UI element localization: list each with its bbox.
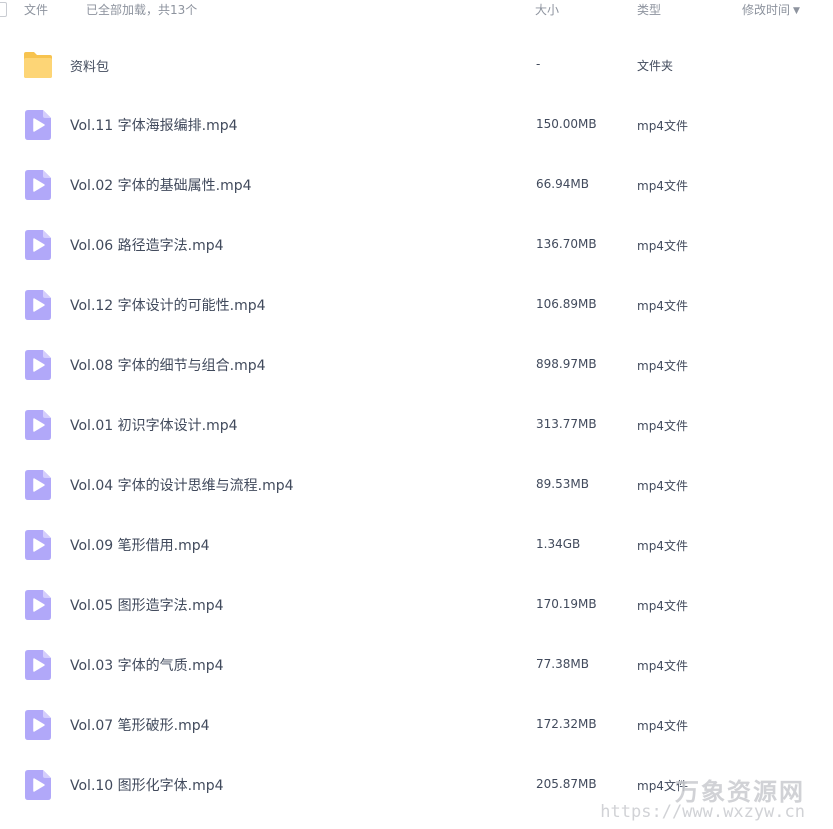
file-name[interactable]: Vol.07 笔形破形.mp4 — [70, 715, 210, 735]
file-list-header: 文件 已全部加载，共13个 大小 类型 修改时间 ▼ — [0, 0, 833, 22]
file-type: mp4文件 — [637, 299, 688, 313]
column-header-type[interactable]: 类型 — [637, 1, 661, 18]
select-all-checkbox[interactable] — [0, 2, 7, 17]
video-file-icon — [25, 230, 51, 260]
file-size: 1.34GB — [536, 537, 581, 551]
file-size: 89.53MB — [536, 477, 589, 491]
file-row[interactable]: Vol.03 字体的气质.mp4 77.38MB mp4文件 — [0, 635, 833, 695]
file-name[interactable]: Vol.06 路径造字法.mp4 — [70, 235, 224, 255]
video-file-icon — [25, 650, 51, 680]
file-size: 66.94MB — [536, 177, 589, 191]
file-name[interactable]: Vol.10 图形化字体.mp4 — [70, 775, 224, 795]
file-type: mp4文件 — [637, 719, 688, 733]
file-size: 106.89MB — [536, 297, 597, 311]
file-row[interactable]: Vol.04 字体的设计思维与流程.mp4 89.53MB mp4文件 — [0, 455, 833, 515]
file-type: mp4文件 — [637, 179, 688, 193]
file-size: 898.97MB — [536, 357, 597, 371]
file-type: mp4文件 — [637, 599, 688, 613]
file-row[interactable]: Vol.11 字体海报编排.mp4 150.00MB mp4文件 — [0, 95, 833, 155]
file-size: 313.77MB — [536, 417, 597, 431]
file-size: - — [536, 57, 541, 71]
file-size: 205.87MB — [536, 777, 597, 791]
file-size: 136.70MB — [536, 237, 597, 251]
file-row[interactable]: Vol.10 图形化字体.mp4 205.87MB mp4文件 — [0, 755, 833, 815]
file-name[interactable]: Vol.09 笔形借用.mp4 — [70, 535, 210, 555]
video-file-icon — [25, 170, 51, 200]
file-size: 170.19MB — [536, 597, 597, 611]
file-type: mp4文件 — [637, 779, 688, 793]
column-header-name[interactable]: 文件 — [24, 1, 48, 18]
column-header-size[interactable]: 大小 — [535, 1, 559, 18]
video-file-icon — [25, 410, 51, 440]
video-file-icon — [25, 770, 51, 800]
file-size: 150.00MB — [536, 117, 597, 131]
file-row[interactable]: Vol.01 初识字体设计.mp4 313.77MB mp4文件 — [0, 395, 833, 455]
video-file-icon — [25, 110, 51, 140]
file-row[interactable]: Vol.12 字体设计的可能性.mp4 106.89MB mp4文件 — [0, 275, 833, 335]
file-type: mp4文件 — [637, 539, 688, 553]
video-file-icon — [25, 530, 51, 560]
load-status-text: 已全部加载，共13个 — [86, 3, 198, 17]
file-type: 文件夹 — [637, 59, 674, 73]
file-row[interactable]: Vol.09 笔形借用.mp4 1.34GB mp4文件 — [0, 515, 833, 575]
file-row[interactable]: Vol.02 字体的基础属性.mp4 66.94MB mp4文件 — [0, 155, 833, 215]
video-file-icon — [25, 710, 51, 740]
file-type: mp4文件 — [637, 239, 688, 253]
file-row[interactable]: Vol.08 字体的细节与组合.mp4 898.97MB mp4文件 — [0, 335, 833, 395]
file-row[interactable]: Vol.07 笔形破形.mp4 172.32MB mp4文件 — [0, 695, 833, 755]
file-list: 资料包 - 文件夹 Vol.11 字体海报编排.mp4 150.00MB mp4文件 Vol… — [0, 35, 833, 815]
folder-icon — [22, 51, 54, 79]
video-file-icon — [25, 350, 51, 380]
file-name[interactable]: Vol.12 字体设计的可能性.mp4 — [70, 295, 266, 315]
file-size: 172.32MB — [536, 717, 597, 731]
file-type: mp4文件 — [637, 479, 688, 493]
file-name[interactable]: 资料包 — [70, 56, 109, 75]
file-name[interactable]: Vol.03 字体的气质.mp4 — [70, 655, 224, 675]
sort-desc-icon[interactable]: ▼ — [793, 6, 800, 16]
column-header-modified-time-label: 修改时间 — [742, 3, 791, 17]
video-file-icon — [25, 590, 51, 620]
file-name[interactable]: Vol.05 图形造字法.mp4 — [70, 595, 224, 615]
file-size: 77.38MB — [536, 657, 589, 671]
file-name[interactable]: Vol.01 初识字体设计.mp4 — [70, 415, 238, 435]
file-type: mp4文件 — [637, 359, 688, 373]
file-name[interactable]: Vol.11 字体海报编排.mp4 — [70, 115, 238, 135]
video-file-icon — [25, 290, 51, 320]
video-file-icon — [25, 470, 51, 500]
file-row[interactable]: Vol.05 图形造字法.mp4 170.19MB mp4文件 — [0, 575, 833, 635]
file-type: mp4文件 — [637, 659, 688, 673]
file-type: mp4文件 — [637, 419, 688, 433]
file-type: mp4文件 — [637, 119, 688, 133]
file-name[interactable]: Vol.04 字体的设计思维与流程.mp4 — [70, 475, 294, 495]
file-list-page: 文件 已全部加载，共13个 大小 类型 修改时间 ▼ 资料包 - 文件夹 Vol.11 … — [0, 0, 833, 829]
folder-row[interactable]: 资料包 - 文件夹 — [0, 35, 833, 95]
file-name[interactable]: Vol.02 字体的基础属性.mp4 — [70, 175, 252, 195]
file-name[interactable]: Vol.08 字体的细节与组合.mp4 — [70, 355, 266, 375]
column-header-modified-time[interactable]: 修改时间 ▼ — [742, 1, 800, 18]
file-row[interactable]: Vol.06 路径造字法.mp4 136.70MB mp4文件 — [0, 215, 833, 275]
